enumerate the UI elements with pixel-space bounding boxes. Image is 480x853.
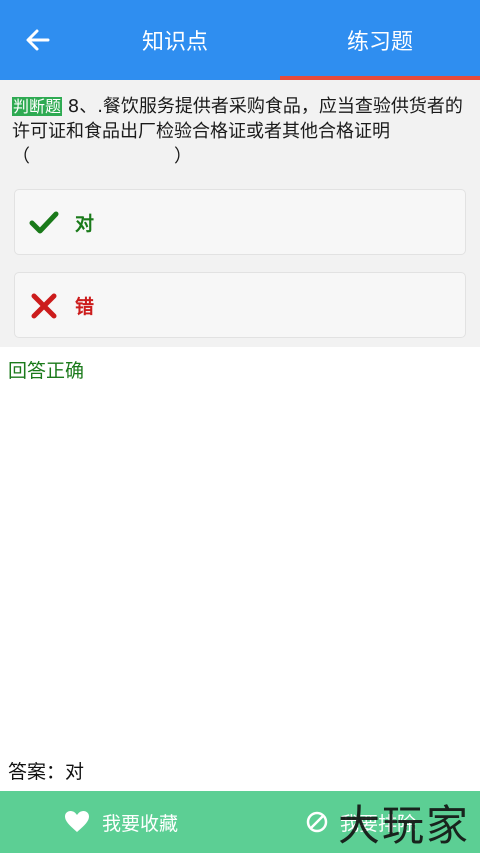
tab-knowledge[interactable]: 知识点 <box>90 0 260 80</box>
option-true[interactable]: 对 <box>14 189 466 255</box>
question-body: 8、.餐饮服务提供者采购食品，应当查验供货者的许可证和食品出厂检验合格证或者其他… <box>12 96 463 142</box>
cross-icon <box>31 293 57 319</box>
heart-icon <box>65 811 89 832</box>
question-text: 判断题 8、.餐饮服务提供者采购食品，应当查验供货者的许可证和食品出厂检验合格证… <box>12 94 472 169</box>
answer-blank: （ ） <box>12 146 192 167</box>
favorite-button[interactable]: 我要收藏 <box>64 791 178 853</box>
favorite-label: 我要收藏 <box>102 812 179 835</box>
ban-icon <box>306 811 328 833</box>
option-true-label: 对 <box>75 212 95 235</box>
option-false[interactable]: 错 <box>14 272 466 338</box>
check-icon <box>29 211 59 234</box>
result-text: 回答正确 <box>8 360 85 382</box>
back-button[interactable] <box>18 22 58 58</box>
top-bar: 知识点 练习题 <box>0 0 480 80</box>
option-false-label: 错 <box>75 295 95 318</box>
watermark-logo: 大玩家 <box>337 801 470 850</box>
question-type-badge: 判断题 <box>12 97 63 116</box>
answer-text: 答案：对 <box>8 761 85 783</box>
tab-exercise[interactable]: 练习题 <box>280 0 480 80</box>
arrow-left-icon <box>26 29 50 51</box>
